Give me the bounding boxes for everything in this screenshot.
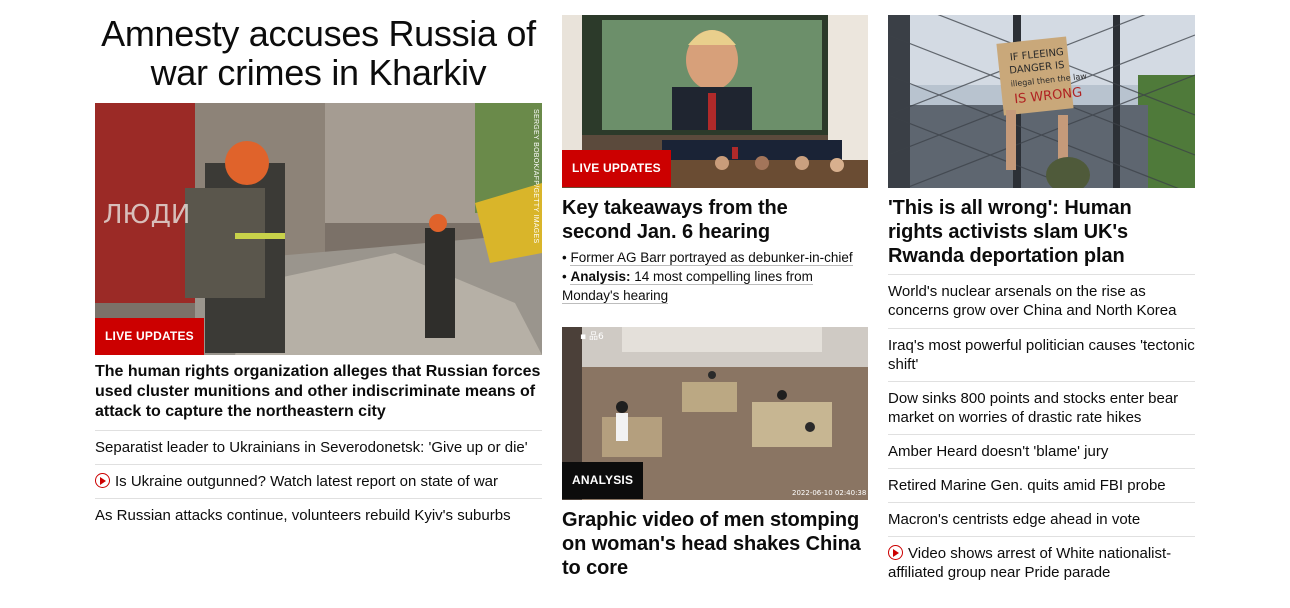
list-item[interactable]: Dow sinks 800 points and stocks enter be… <box>888 381 1195 434</box>
svg-text:2022-06-10 02:40:38: 2022-06-10 02:40:38 <box>792 489 866 497</box>
play-video-icon <box>95 473 110 488</box>
lead-related-list: Separatist leader to Ukrainians in Sever… <box>95 430 542 532</box>
list-item[interactable]: Video shows arrest of White nationalist-… <box>888 536 1195 590</box>
analysis-badge: ANALYSIS <box>562 462 644 499</box>
analysis-label: Analysis: <box>570 269 631 284</box>
bullet-item[interactable]: • Former AG Barr portrayed as debunker-i… <box>562 248 868 267</box>
headline-link[interactable]: Macron's centrists edge ahead in vote <box>888 511 1140 528</box>
live-updates-badge: LIVE UPDATES <box>562 150 671 187</box>
protest-fence-image: IF FLEEING DANGER IS illegal then the la… <box>888 15 1195 188</box>
uk-rwanda-title[interactable]: 'This is all wrong': Human rights activi… <box>888 196 1188 268</box>
jan6-title[interactable]: Key takeaways from the second Jan. 6 hea… <box>562 196 862 244</box>
svg-text:ЛЮДИ: ЛЮДИ <box>103 200 190 230</box>
list-item[interactable]: Iraq's most powerful politician causes '… <box>888 328 1195 381</box>
related-link[interactable]: Separatist leader to Ukrainians in Sever… <box>95 439 528 456</box>
svg-text:▪ 品6: ▪ 品6 <box>580 331 604 342</box>
headline-link[interactable]: Amber Heard doesn't 'blame' jury <box>888 443 1108 460</box>
photo-credit: SERGEY BOBOK/AFP/GETTY IMAGES <box>532 109 539 244</box>
lead-headline[interactable]: Amnesty accuses Russia of war crimes in … <box>95 14 542 92</box>
headline-link[interactable]: World's nuclear arsenals on the rise as … <box>888 283 1177 319</box>
headline-link[interactable]: Video shows arrest of White nationalist-… <box>888 545 1171 581</box>
live-updates-badge: LIVE UPDATES <box>95 318 204 355</box>
headline-link[interactable]: Iraq's most powerful politician causes '… <box>888 337 1195 373</box>
headline-link[interactable]: Dow sinks 800 points and stocks enter be… <box>888 390 1178 426</box>
bullet-link[interactable]: Analysis: 14 most compelling lines from … <box>562 269 813 304</box>
list-item[interactable]: Amber Heard doesn't 'blame' jury <box>888 434 1195 468</box>
play-video-icon <box>888 545 903 560</box>
china-title[interactable]: Graphic video of men stomping on woman's… <box>562 508 862 580</box>
list-item[interactable]: Macron's centrists edge ahead in vote <box>888 502 1195 536</box>
related-link[interactable]: Is Ukraine outgunned? Watch latest repor… <box>115 473 498 490</box>
uk-protest-photo[interactable]: IF FLEEING DANGER IS illegal then the la… <box>888 15 1195 188</box>
list-item[interactable]: Retired Marine Gen. quits amid FBI probe <box>888 468 1195 502</box>
related-link[interactable]: As Russian attacks continue, volunteers … <box>95 507 511 524</box>
headlines-list: World's nuclear arsenals on the rise as … <box>888 274 1195 590</box>
list-item[interactable]: As Russian attacks continue, volunteers … <box>95 498 542 532</box>
headline-link[interactable]: Retired Marine Gen. quits amid FBI probe <box>888 477 1166 494</box>
bullet-item[interactable]: • Analysis: 14 most compelling lines fro… <box>562 267 868 305</box>
lead-description[interactable]: The human rights organization alleges th… <box>95 362 542 422</box>
bullet-link[interactable]: Former AG Barr portrayed as debunker-in-… <box>570 250 853 266</box>
jan6-bullets: • Former AG Barr portrayed as debunker-i… <box>562 248 868 305</box>
list-item[interactable]: World's nuclear arsenals on the rise as … <box>888 274 1195 328</box>
list-item[interactable]: Is Ukraine outgunned? Watch latest repor… <box>95 464 542 498</box>
list-item[interactable]: Separatist leader to Ukrainians in Sever… <box>95 430 542 464</box>
